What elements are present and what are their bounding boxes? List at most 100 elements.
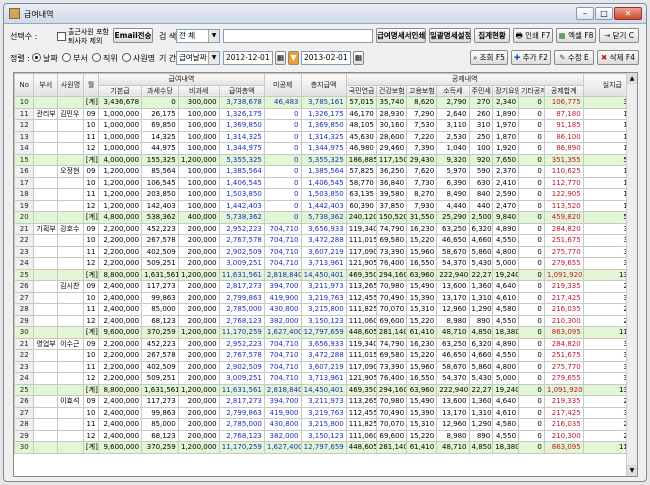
calendar-icon[interactable]: ▦ xyxy=(275,51,286,65)
table-cell[interactable]: 12,797,659 xyxy=(300,326,347,339)
sort-radio-dept[interactable] xyxy=(62,53,71,62)
table-cell[interactable] xyxy=(57,429,84,442)
table-cell[interactable]: 2,590 xyxy=(492,188,520,201)
table-cell[interactable]: 203,850 xyxy=(141,188,179,201)
table-cell[interactable]: 2,340 xyxy=(492,96,520,109)
table-cell[interactable]: [계] xyxy=(82,383,100,396)
table-cell[interactable]: 13,170 xyxy=(436,291,470,304)
table-cell[interactable] xyxy=(33,268,59,281)
table-cell[interactable]: 25 xyxy=(14,268,35,281)
table-cell[interactable]: 63,960 xyxy=(406,268,438,281)
table-cell[interactable]: 4,850 xyxy=(468,326,494,339)
table-cell[interactable]: 0 xyxy=(518,441,545,454)
table-cell[interactable]: 5,430 xyxy=(468,372,494,385)
table-cell[interactable] xyxy=(33,142,59,155)
table-row[interactable]: 30 [계] 9,600,000 370,259 1,200,000 11,170,259… xyxy=(14,326,637,339)
table-cell[interactable]: 46,483 xyxy=(263,96,302,109)
table-cell[interactable]: 16,230 xyxy=(406,222,438,235)
delete-button[interactable]: ✖ 삭제 F4 xyxy=(597,50,639,65)
table-cell[interactable]: 14,450,401 xyxy=(300,383,347,396)
table-cell[interactable]: 3,472,288 xyxy=(300,349,347,362)
table-cell[interactable]: 3,219,763 xyxy=(300,406,347,419)
table-cell[interactable]: 7,930 xyxy=(406,199,438,212)
table-cell[interactable]: 3,215,800 xyxy=(300,418,347,431)
table-cell[interactable]: 1,200,000 xyxy=(97,176,143,189)
table-cell[interactable]: 2,400,000 xyxy=(97,314,143,327)
table-cell[interactable]: 5,860 xyxy=(468,245,494,258)
table-cell[interactable]: 36,840 xyxy=(375,176,408,189)
table-cell[interactable]: 8,490 xyxy=(436,188,470,201)
table-cell[interactable]: 100 xyxy=(468,142,494,155)
table-cell[interactable]: 200,000 xyxy=(177,429,220,442)
table-cell[interactable]: 113,520 xyxy=(543,199,584,212)
table-cell[interactable]: 63,135 xyxy=(345,188,377,201)
table-row[interactable]: 13 11 1,000,000 14,325 100,000 1,314,325 0 1,31… xyxy=(14,130,637,143)
table-cell[interactable]: 1,200,000 xyxy=(177,326,220,339)
table-cell[interactable]: 2,767,578 xyxy=(218,349,265,362)
table-cell[interactable]: 0 xyxy=(263,153,302,166)
table-cell[interactable]: 110,625 xyxy=(543,165,584,178)
table-cell[interactable]: 74,790 xyxy=(375,337,408,350)
table-cell[interactable]: 3,436,678 xyxy=(97,96,143,109)
table-cell[interactable] xyxy=(57,188,84,201)
table-cell[interactable]: 46,650 xyxy=(436,349,470,362)
table-cell[interactable]: 863,095 xyxy=(543,441,584,454)
table-cell[interactable]: 0 xyxy=(263,199,302,212)
table-cell[interactable]: 0 xyxy=(518,199,545,212)
table-cell[interactable]: 9,840 xyxy=(492,211,520,224)
table-cell[interactable]: 10 xyxy=(82,176,100,189)
table-cell[interactable]: 22 xyxy=(14,234,35,247)
table-cell[interactable]: 0 xyxy=(518,130,545,143)
table-cell[interactable]: 210,300 xyxy=(543,314,584,327)
table-cell[interactable]: 30 xyxy=(14,441,35,454)
date-to-input[interactable]: 2013-02-01 xyxy=(301,51,351,65)
table-cell[interactable]: 1,200,000 xyxy=(177,268,220,281)
table-cell[interactable]: 3,472,288 xyxy=(300,234,347,247)
table-cell[interactable]: 48,710 xyxy=(436,326,470,339)
table-cell[interactable]: 15,220 xyxy=(406,429,438,442)
table-cell[interactable] xyxy=(33,119,59,132)
table-cell[interactable]: 1,200,000 xyxy=(177,153,220,166)
table-cell[interactable]: 4,800 xyxy=(492,245,520,258)
header-deduction-total[interactable]: 공제합계 xyxy=(543,84,584,97)
table-row[interactable]: 30 [계] 9,600,000 370,259 1,200,000 11,170,259… xyxy=(14,441,637,454)
table-cell[interactable]: 3,211,973 xyxy=(300,280,347,293)
table-cell[interactable]: 76,400 xyxy=(375,372,408,385)
table-cell[interactable]: 275,770 xyxy=(543,360,584,373)
table-cell[interactable]: 1,406,545 xyxy=(218,176,265,189)
table-cell[interactable]: 100,000 xyxy=(177,188,220,201)
table-cell[interactable]: 70,980 xyxy=(375,395,408,408)
table-cell[interactable]: 111,015 xyxy=(345,234,377,247)
table-cell[interactable]: 113,265 xyxy=(345,395,377,408)
table-cell[interactable] xyxy=(57,176,84,189)
table-cell[interactable]: 2,400,000 xyxy=(97,303,143,316)
table-cell[interactable]: 7,220 xyxy=(406,130,438,143)
table-cell[interactable]: 15,390 xyxy=(406,291,438,304)
table-cell[interactable] xyxy=(33,360,59,373)
table-cell[interactable]: 2,902,509 xyxy=(218,245,265,258)
table-cell[interactable]: 0 xyxy=(518,280,545,293)
table-cell[interactable]: 26,175 xyxy=(141,107,179,120)
table-cell[interactable]: 11,170,259 xyxy=(218,326,265,339)
table-cell[interactable]: 8,800,000 xyxy=(97,268,143,281)
table-cell[interactable]: 12 xyxy=(82,257,100,270)
table-cell[interactable] xyxy=(33,96,59,109)
sort-radio-position[interactable] xyxy=(92,53,101,62)
table-cell[interactable]: 2,767,578 xyxy=(218,234,265,247)
scroll-down-icon[interactable]: ▼ xyxy=(627,465,637,476)
table-cell[interactable]: 382,000 xyxy=(263,314,302,327)
table-cell[interactable]: 4,890 xyxy=(492,222,520,235)
table-cell[interactable]: 28 xyxy=(14,418,35,431)
header-long-term-care[interactable]: 장기요양 xyxy=(492,84,520,97)
table-row[interactable]: 18 11 1,200,000 203,850 100,000 1,503,850 0 1,5… xyxy=(14,188,637,201)
table-cell[interactable]: 0 xyxy=(518,268,545,281)
table-cell[interactable]: 509,251 xyxy=(141,257,179,270)
table-cell[interactable]: 112,455 xyxy=(345,291,377,304)
table-cell[interactable]: 14,450,401 xyxy=(300,268,347,281)
table-cell[interactable] xyxy=(57,372,84,385)
table-cell[interactable]: 590 xyxy=(468,165,494,178)
table-cell[interactable]: 19,240 xyxy=(492,268,520,281)
table-row[interactable]: 26 이효석 09 2,400,000 117,273 200,000 2,817,273 3… xyxy=(14,395,637,408)
table-cell[interactable]: 15,220 xyxy=(406,314,438,327)
table-cell[interactable] xyxy=(33,130,59,143)
